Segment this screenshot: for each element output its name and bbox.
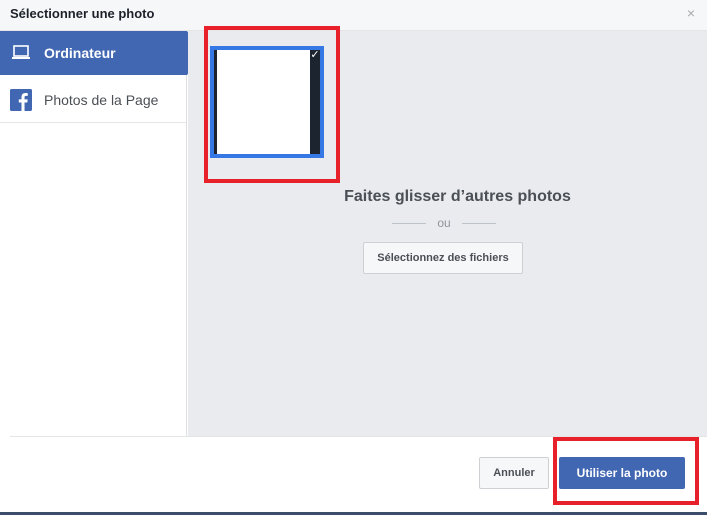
sidebar-item-label: Ordinateur	[44, 45, 116, 61]
source-sidebar: Ordinateur Photos de la Page	[0, 31, 187, 436]
laptop-icon	[10, 42, 32, 64]
use-photo-button[interactable]: Utiliser la photo	[559, 457, 685, 489]
cancel-button[interactable]: Annuler	[479, 457, 549, 489]
dialog-title: Sélectionner une photo	[10, 6, 155, 21]
or-text: ou	[437, 216, 451, 230]
separator-line	[461, 222, 496, 224]
selected-photo-thumbnail[interactable]: ✓	[210, 46, 324, 158]
close-icon[interactable]: ×	[687, 6, 695, 20]
redacted-photo	[217, 50, 310, 154]
sidebar-item-computer[interactable]: Ordinateur	[0, 31, 187, 75]
facebook-icon	[10, 89, 32, 111]
checkmark-icon: ✓	[310, 49, 320, 61]
drag-photos-text: Faites glisser d’autres photos	[344, 188, 571, 205]
dialog-title-bar: Sélectionner une photo ×	[0, 0, 707, 31]
sidebar-item-page-photos[interactable]: Photos de la Page	[0, 78, 186, 123]
photo-thumbnail-image	[214, 50, 320, 154]
or-separator: ou	[392, 215, 496, 231]
separator-line	[392, 222, 426, 224]
photo-select-dialog: Sélectionner une photo × Ordinateur Phot…	[0, 0, 707, 512]
sidebar-item-label: Photos de la Page	[44, 92, 159, 108]
select-files-button[interactable]: Sélectionnez des fichiers	[363, 242, 523, 274]
